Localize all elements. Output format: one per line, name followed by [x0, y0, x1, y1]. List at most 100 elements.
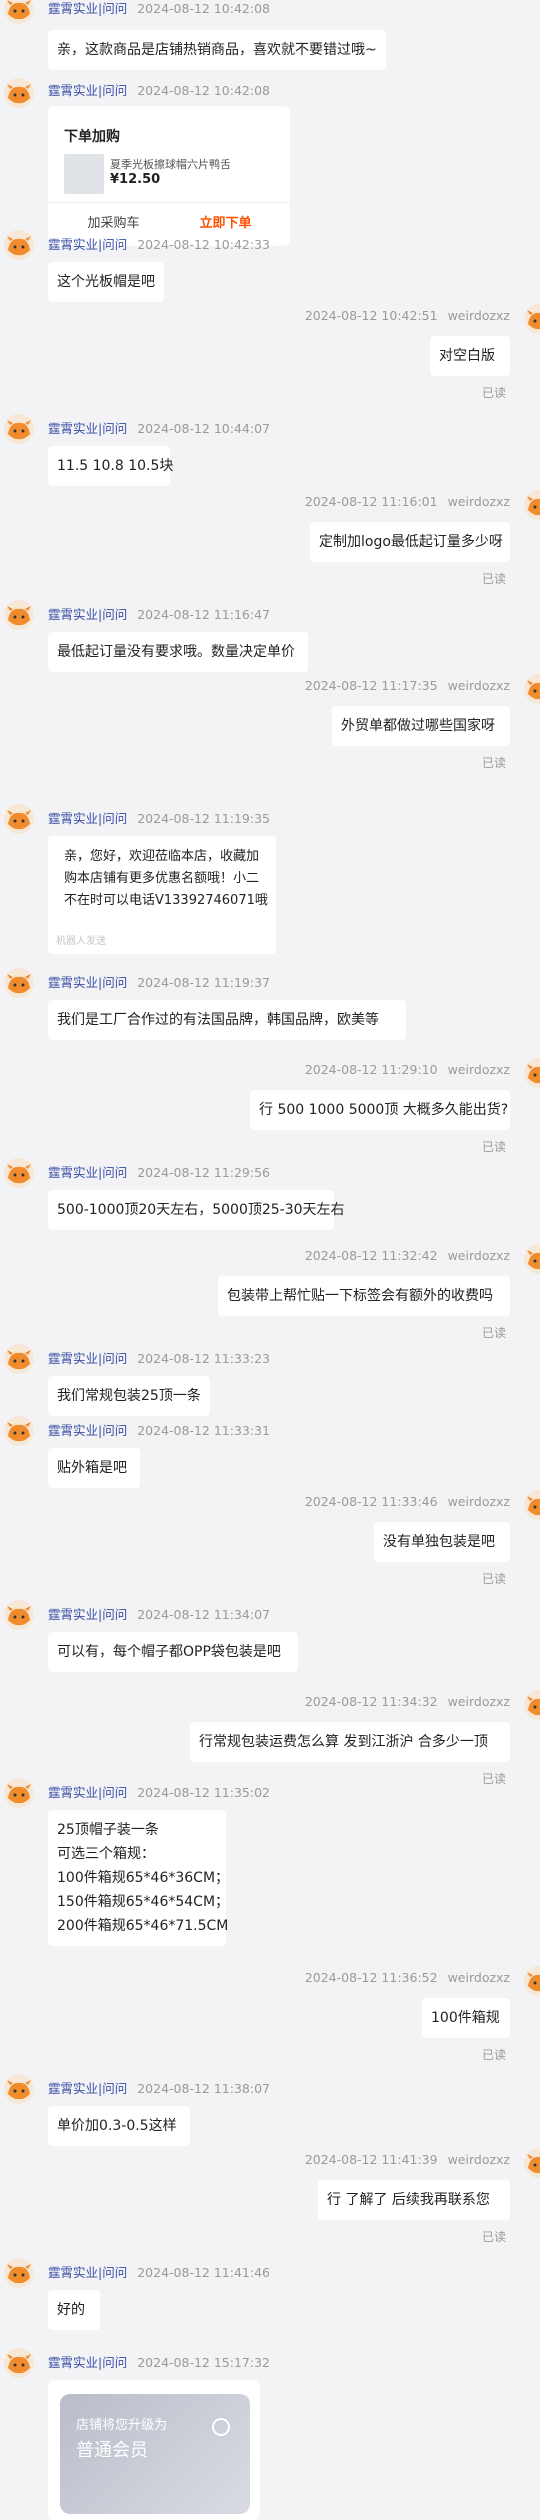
shop-avatar[interactable]	[4, 804, 34, 834]
shop-avatar[interactable]	[4, 2074, 34, 2104]
message-line: 行 了解了 后续我再联系您	[327, 2192, 490, 2208]
vip-upgrade-card[interactable]: 店铺将您升级为 普通会员	[60, 2394, 250, 2514]
message-bubble: 最低起订量没有要求哦。数量决定单价	[48, 632, 308, 672]
sender-name: 霆霄实业|问问	[48, 975, 128, 990]
message-meta: 2024-08-12 11:32:42 weirdozxz	[305, 1248, 510, 1263]
user-avatar[interactable]	[524, 1690, 540, 1720]
message-line: 定制加logo最低起订量多少呀	[319, 534, 503, 550]
message-meta: 2024-08-12 11:36:52 weirdozxz	[305, 1970, 510, 1985]
message-line: 没有单独包装是吧	[383, 1534, 495, 1550]
avatar-image	[4, 414, 34, 444]
avatar-image	[4, 968, 34, 998]
message-time: 2024-08-12 11:29:56	[137, 1165, 270, 1180]
vip-line1: 店铺将您升级为	[76, 2418, 168, 2433]
avatar-image	[4, 1344, 34, 1374]
sender-name: 霆霄实业|问问	[48, 421, 128, 436]
read-receipt: 已读	[481, 1140, 506, 1154]
message-time: 2024-08-12 11:33:31	[137, 1423, 270, 1438]
user-avatar[interactable]	[524, 1490, 540, 1520]
user-avatar[interactable]	[524, 674, 540, 704]
message-meta: 霆霄实业|问问 2024-08-12 11:34:07	[48, 1604, 270, 1623]
shop-avatar[interactable]	[4, 78, 34, 108]
message-bubble: 25顶帽子装一条 可选三个箱规： 100件箱规65*46*36CM； 150件箱规65…	[48, 1810, 229, 1946]
message-line: 单价加0.3-0.5这样	[57, 2118, 177, 2134]
message-line: 外贸单都做过哪些国家呀	[341, 718, 495, 734]
message-bubble: 亲，这款商品是店铺热销商品，喜欢就不要错过哦~	[48, 30, 386, 70]
sender-name: weirdozxz	[447, 1970, 510, 1985]
product-price: ¥12.50	[110, 172, 161, 187]
product-thumbnail[interactable]	[64, 154, 104, 194]
message-line: 好的	[57, 2302, 85, 2318]
user-avatar[interactable]	[524, 490, 540, 520]
message-line: 对空白版	[439, 348, 495, 364]
message-meta: 霆霄实业|问问 2024-08-12 11:33:23	[48, 1348, 270, 1367]
avatar-image	[4, 230, 34, 260]
message-bubble: 我们是工厂合作过的有法国品牌，韩国品牌，欧美等	[48, 1000, 406, 1040]
sender-name: 霆霄实业|问问	[48, 1423, 128, 1438]
message-meta: 霆霄实业|问问 2024-08-12 11:33:31	[48, 1420, 270, 1439]
user-avatar[interactable]	[524, 2148, 540, 2178]
sender-name: weirdozxz	[447, 1248, 510, 1263]
message-line: 亲，您好，欢迎莅临本店，收藏加	[64, 849, 260, 864]
read-receipt: 已读	[481, 386, 506, 400]
message-line: 最低起订量没有要求哦。数量决定单价	[57, 644, 295, 660]
read-receipt: 已读	[481, 572, 506, 586]
message-line: 包装带上帮忙贴一下标签会有额外的收费吗	[227, 1288, 493, 1304]
avatar-image	[4, 2074, 34, 2104]
message-time: 2024-08-12 10:42:51	[304, 308, 438, 323]
shop-avatar[interactable]	[4, 230, 34, 260]
message-time: 2024-08-12 11:16:47	[137, 607, 270, 622]
sender-name: weirdozxz	[447, 494, 510, 509]
avatar-image	[524, 1244, 540, 1274]
message-line: 我们是工厂合作过的有法国品牌，韩国品牌，欧美等	[57, 1012, 379, 1028]
message-bubble: 没有单独包装是吧	[374, 1522, 510, 1562]
shop-avatar[interactable]	[4, 2348, 34, 2378]
order-card: 下单加购 夏季光板擦球帽六片鸭舌帽户外 ¥12.50 加采购车 立即下单	[48, 106, 290, 246]
read-receipt: 已读	[481, 1572, 506, 1586]
message-time: 2024-08-12 11:34:32	[304, 1694, 438, 1709]
message-time: 2024-08-12 11:35:02	[137, 1785, 270, 1800]
message-line: 行常规包装运费怎么算 发到江浙沪 合多少一顶	[199, 1734, 488, 1750]
avatar-image	[4, 0, 34, 24]
chat-thread: 霆霄实业|问问 2024-08-12 10:42:08 亲，这款商品是店铺热销商品…	[0, 0, 540, 2520]
message-line: 行 500 1000 5000顶 大概多久能出货?	[259, 1102, 509, 1118]
user-avatar[interactable]	[524, 1966, 540, 1996]
product-name[interactable]: 夏季光板擦球帽六片鸭舌帽户外	[110, 156, 230, 172]
avatar-image	[524, 490, 540, 520]
order-card-title: 下单加购	[64, 129, 120, 145]
message-meta: 2024-08-12 11:16:01 weirdozxz	[305, 494, 510, 509]
shop-avatar[interactable]	[4, 968, 34, 998]
shop-avatar[interactable]	[4, 414, 34, 444]
message-time: 2024-08-12 11:29:10	[304, 1062, 438, 1077]
message-time: 2024-08-12 11:16:01	[304, 494, 438, 509]
message-bubble: 行 500 1000 5000顶 大概多久能出货?	[250, 1090, 510, 1130]
message-meta: 霆霄实业|问问 2024-08-12 10:42:08	[48, 83, 270, 98]
message-meta: 霆霄实业|问问 2024-08-12 11:29:56	[48, 1162, 270, 1181]
sender-name: 霆霄实业|问问	[48, 2265, 128, 2280]
shop-avatar[interactable]	[4, 1158, 34, 1188]
user-avatar[interactable]	[524, 1058, 540, 1088]
sender-name: 霆霄实业|问问	[48, 237, 128, 252]
message-meta: 2024-08-12 11:41:39 weirdozxz	[305, 2152, 510, 2167]
message-time: 2024-08-12 11:32:42	[304, 1248, 438, 1263]
shop-avatar[interactable]	[4, 0, 34, 24]
vip-card-container: 店铺将您升级为 普通会员	[48, 2380, 260, 2520]
avatar-image	[524, 1966, 540, 1996]
shop-avatar[interactable]	[4, 2258, 34, 2288]
shop-avatar[interactable]	[4, 1778, 34, 1808]
sender-name: 霆霄实业|问问	[48, 1785, 128, 1800]
message-meta: 2024-08-12 11:17:35 weirdozxz	[305, 678, 510, 693]
message-bubble: 500-1000顶20天左右，5000顶25-30天左右	[48, 1190, 345, 1230]
message-line: 100件箱规	[431, 2010, 500, 2026]
read-receipt: 已读	[481, 2230, 506, 2244]
shop-avatar[interactable]	[4, 600, 34, 630]
sender-name: weirdozxz	[447, 1062, 510, 1077]
user-avatar[interactable]	[524, 304, 540, 334]
message-meta: 霆霄实业|问问 2024-08-12 11:35:02	[48, 1782, 270, 1801]
shop-avatar[interactable]	[4, 1600, 34, 1630]
read-receipt: 已读	[481, 756, 506, 770]
shop-avatar[interactable]	[4, 1344, 34, 1374]
shop-avatar[interactable]	[4, 1416, 34, 1446]
message-bubble: 可以有，每个帽子都OPP袋包装是吧	[48, 1632, 298, 1672]
user-avatar[interactable]	[524, 1244, 540, 1274]
